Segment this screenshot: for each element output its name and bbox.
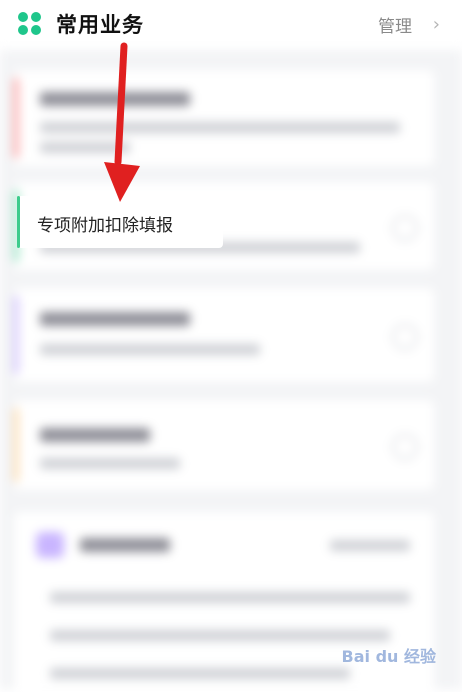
- header: 常用业务 管理 ›: [0, 0, 462, 50]
- blurred-business-list: [0, 50, 462, 692]
- grid-logo-icon: [18, 12, 42, 36]
- list-item[interactable]: [14, 288, 434, 382]
- baidu-watermark: Bai du 经验: [341, 647, 436, 666]
- list-item[interactable]: [14, 400, 434, 490]
- chevron-right-icon[interactable]: ›: [433, 14, 440, 35]
- section-title: 常用业务: [56, 13, 144, 37]
- manage-button[interactable]: 管理: [378, 12, 412, 37]
- accent-bar: [17, 196, 20, 248]
- red-arrow-annotation: [104, 42, 140, 202]
- special-deduction-label: 专项附加扣除填报: [37, 216, 173, 236]
- list-item[interactable]: [14, 70, 434, 166]
